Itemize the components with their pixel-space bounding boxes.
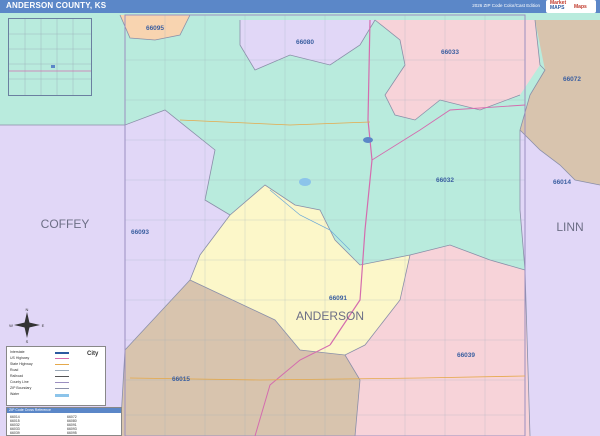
locator-inset-map [8,18,92,96]
legend-row-county-line: County Line [10,380,29,384]
legend-swatch [55,358,69,359]
zip-label-66095: 66095 [146,25,164,32]
brand-line-3: Maps [574,4,587,10]
legend-swatch [55,352,69,354]
zip-label-66015: 66015 [172,376,190,383]
edition-label: 2026 ZIP Code Color/Cast Edition [472,3,540,8]
zip-label-66091: 66091 [329,295,347,302]
legend-row-railroad: Railroad [10,374,24,378]
legend-row-road: Road [10,368,19,372]
zip-label-66032: 66032 [436,177,454,184]
county-label-coffey: COFFEY [41,217,90,231]
zip-label-66033: 66033 [441,49,459,56]
zip-label-66039: 66039 [457,352,475,359]
zip-cell: 66039 [10,431,20,435]
legend-row-interstate: Interstate [10,350,25,354]
county-label-anderson: ANDERSON [296,309,364,323]
map-frame: ANDERSON COUNTY, KS 2026 ZIP Code Color/… [0,0,600,436]
legend-city-sample: City [87,351,99,357]
legend-row-water: Water [10,392,20,396]
title-bar: ANDERSON COUNTY, KS 2026 ZIP Code Color/… [0,0,600,13]
compass-e: E [42,323,45,328]
zip-label-66014: 66014 [553,179,571,186]
compass-n: N [26,307,29,312]
legend-row-us-highway: US Highway [10,356,30,360]
brand-line-2: MAPS [550,5,565,11]
legend-row-zip-boundary: ZIP Boundary [10,386,32,390]
legend-swatch [55,364,69,365]
lake [299,178,311,186]
zip-label-66072: 66072 [563,76,581,83]
county-label-linn: LINN [556,220,583,234]
map-title: ANDERSON COUNTY, KS [6,1,107,10]
legend-row-state-highway: State Highway [10,362,33,366]
inset-svg [9,19,91,95]
compass-s: S [26,339,29,344]
legend-swatch [55,376,69,377]
zip-cross-reference: ZIP Code Cross Reference 66014 66015 660… [6,407,122,436]
brand-logo: Market MAPS Maps [546,0,596,13]
zip-label-66093: 66093 [131,229,149,236]
zip-table-header: ZIP Code Cross Reference [7,408,121,413]
zip-label-66080: 66080 [296,39,314,46]
map-legend: Interstate US Highway State Highway Road… [6,346,106,406]
zip-cell: 66095 [67,431,77,435]
legend-swatch [55,370,69,371]
legend-swatch [55,394,69,397]
compass-w: W [9,323,13,328]
garnett-town [363,137,373,143]
legend-swatch [55,388,69,389]
legend-swatch [55,382,69,383]
